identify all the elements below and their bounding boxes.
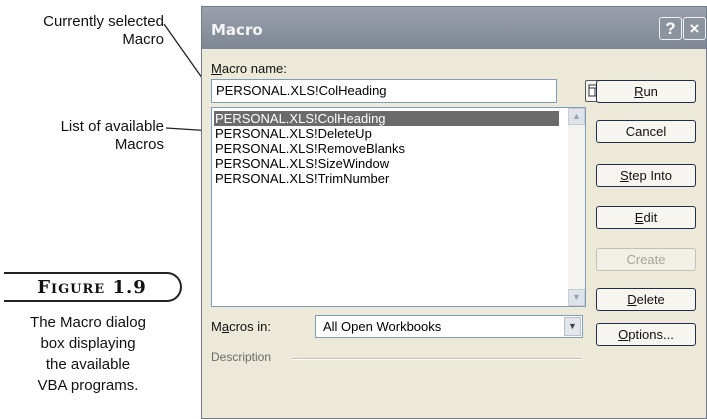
run-button[interactable]: Run — [596, 80, 696, 103]
macro-list-item[interactable]: PERSONAL.XLS!SizeWindow — [214, 156, 389, 171]
help-icon[interactable]: ? — [659, 17, 682, 40]
options-button[interactable]: Options... — [596, 323, 696, 346]
edit-button[interactable]: Edit — [596, 206, 696, 229]
caption-line: the available — [45, 356, 131, 373]
macro-list-item-selected[interactable]: PERSONAL.XLS!ColHeading — [214, 111, 559, 126]
caption-line: The Macro dialog — [30, 314, 146, 331]
dialog-title: Macro — [211, 21, 263, 39]
macro-list-item[interactable]: PERSONAL.XLS!DeleteUp — [214, 126, 372, 141]
macro-name-label: Macro name: — [211, 61, 287, 76]
delete-button[interactable]: Delete — [596, 288, 696, 311]
list-scrollbar[interactable]: ▲ ▼ — [568, 108, 585, 306]
dropdown-arrow-icon[interactable]: ▼ — [564, 317, 581, 336]
description-divider — [292, 358, 582, 360]
close-icon[interactable]: × — [683, 17, 706, 40]
macro-list-item[interactable]: PERSONAL.XLS!TrimNumber — [214, 171, 389, 186]
scroll-up-icon[interactable]: ▲ — [568, 108, 585, 125]
description-label: Description — [211, 350, 272, 364]
macro-name-field[interactable]: PERSONAL.XLS!ColHeading — [211, 79, 557, 103]
macro-list[interactable]: PERSONAL.XLS!ColHeading PERSONAL.XLS!Del… — [211, 107, 586, 307]
figure-badge: Figure 1.9 — [4, 272, 182, 302]
macro-dialog: Macro ? × Macro name: PERSONAL.XLS!ColHe… — [201, 6, 707, 419]
macros-in-dropdown[interactable]: All Open Workbooks ▼ — [315, 315, 583, 338]
scroll-down-icon[interactable]: ▼ — [568, 289, 585, 306]
macros-in-value: All Open Workbooks — [323, 319, 442, 334]
title-bar[interactable]: Macro ? × — [202, 7, 706, 49]
caption-line: box displaying — [40, 335, 136, 352]
create-button[interactable]: Create — [596, 248, 696, 271]
cancel-button[interactable]: Cancel — [596, 120, 696, 143]
macros-in-label: Macros in: — [211, 319, 271, 334]
macro-list-item[interactable]: PERSONAL.XLS!RemoveBlanks — [214, 141, 405, 156]
caption-line: VBA programs. — [37, 377, 139, 394]
step-into-button[interactable]: Step Into — [596, 164, 696, 187]
figure-caption: The Macro dialog box displaying the avai… — [0, 312, 176, 396]
